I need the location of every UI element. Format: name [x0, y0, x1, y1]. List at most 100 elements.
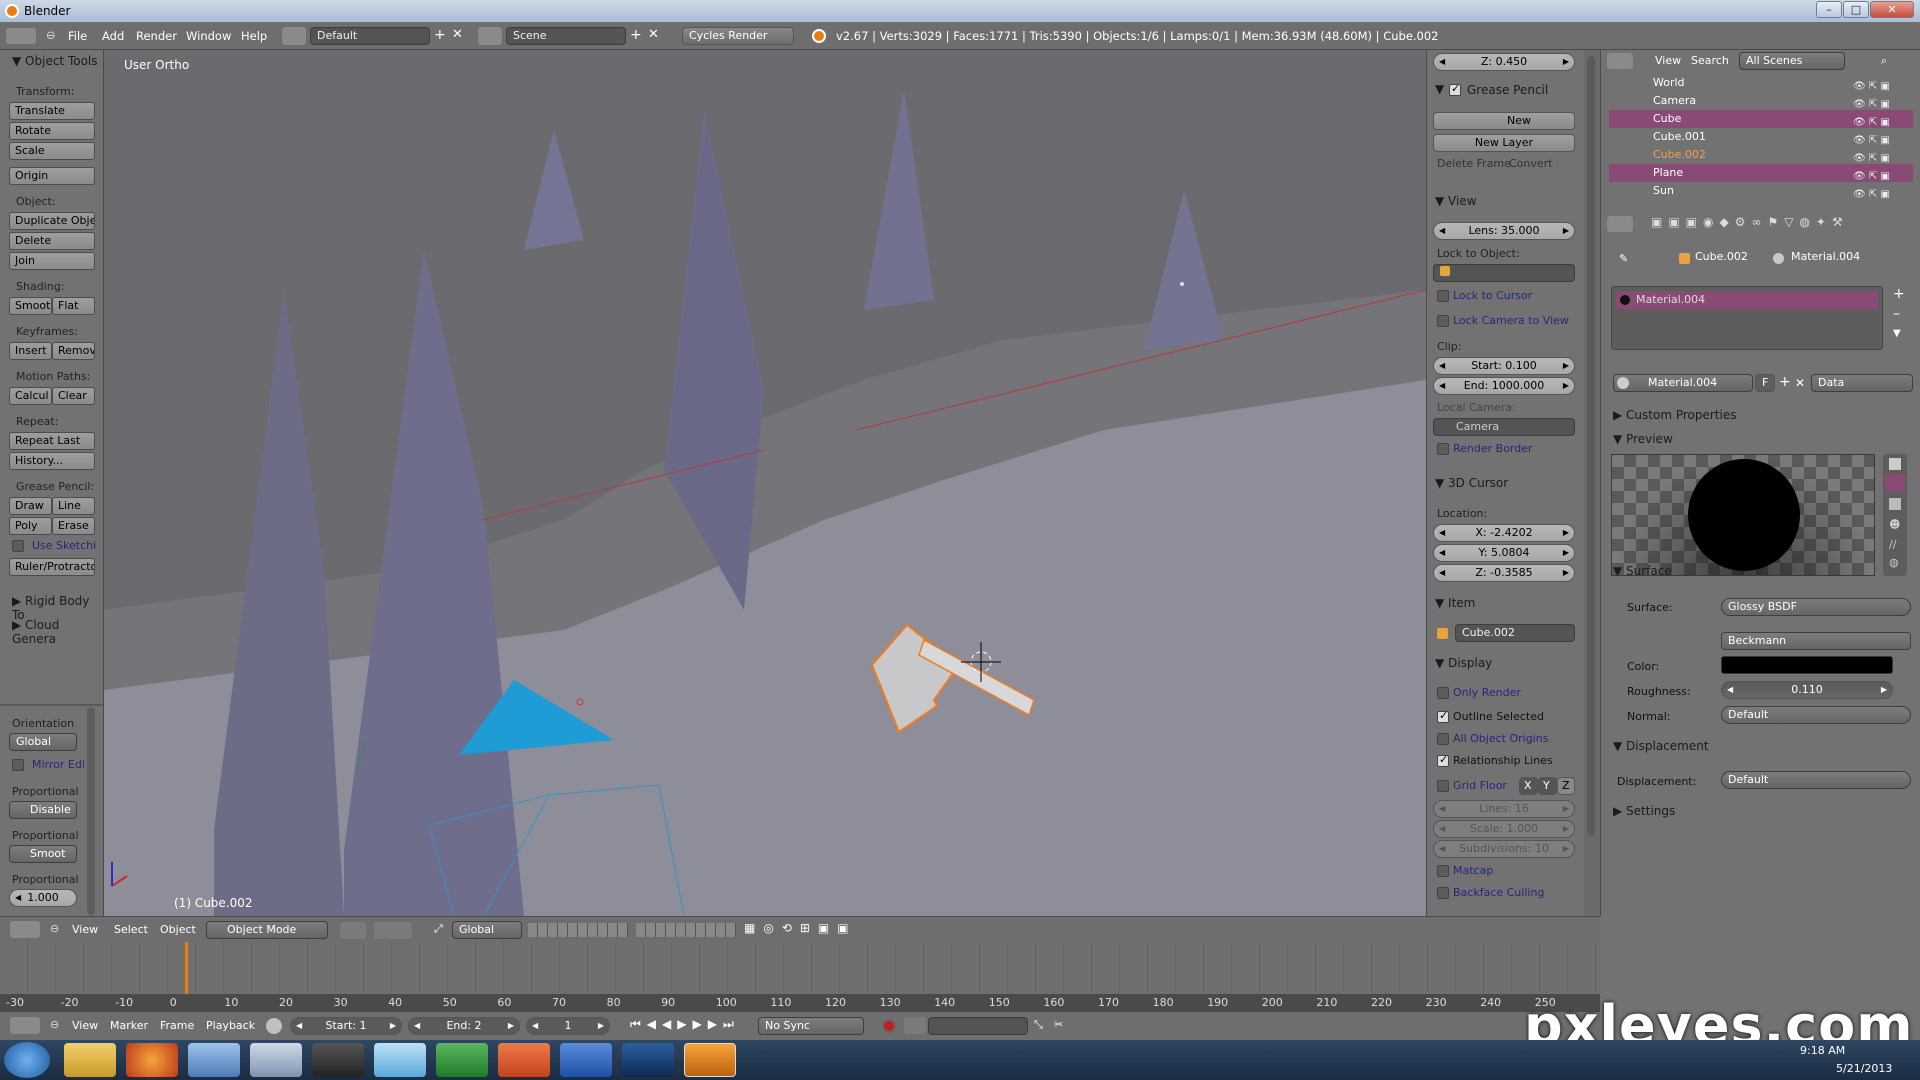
panel-header-object-tools[interactable]: ▼ Object Tools [12, 54, 98, 68]
grid-floor-checkbox[interactable] [1437, 780, 1449, 792]
lock-to-object-field[interactable] [1433, 264, 1575, 282]
delete-frame-button[interactable]: Delete Frame [1437, 157, 1511, 170]
current-frame-cursor[interactable] [185, 942, 188, 996]
scene-field[interactable]: Scene [506, 27, 626, 45]
duplicate-objects-button[interactable]: Duplicate Objec [9, 212, 95, 230]
origin-button[interactable]: Origin [9, 167, 95, 185]
material-slot-item[interactable]: Material.004 [1616, 291, 1878, 309]
flat-shading-button[interactable]: Flat [52, 297, 95, 315]
network-taskbar-icon[interactable] [188, 1043, 240, 1077]
all-object-origins-checkbox[interactable] [1437, 733, 1449, 745]
lock-camera-to-view-checkbox[interactable] [1437, 315, 1449, 327]
panel-header-displacement[interactable]: ▼ Displacement [1613, 739, 1709, 753]
frame-menu[interactable]: Frame [160, 1019, 194, 1032]
keying-set-field[interactable] [928, 1017, 1028, 1035]
color-swatch[interactable] [1721, 656, 1893, 674]
snap-and-render-icons[interactable]: ▦◎⟲⊞▣▣ [744, 921, 857, 935]
screen-layout-field[interactable]: Default [310, 27, 430, 45]
scene-icon[interactable] [478, 27, 502, 45]
insert-keyframe-icon[interactable]: ⤡ [1034, 1018, 1043, 1032]
new-material-icon[interactable]: + [1779, 374, 1791, 390]
transform-orientation-select[interactable]: Global [452, 921, 522, 939]
playback-controls-icons[interactable]: ⏮◀◀▶▶▶⏭ [630, 1017, 740, 1032]
matcap-checkbox[interactable] [1437, 865, 1449, 877]
clip-start-field[interactable]: ◀ Start: 0.100 ▶ [1433, 357, 1575, 375]
breadcrumb-material[interactable]: Material.004 [1791, 250, 1860, 263]
timeline-editor-icon[interactable] [10, 1017, 40, 1034]
calculator-taskbar-icon[interactable] [250, 1043, 302, 1077]
3d-viewport[interactable]: User Ortho (1) Cube.002 [104, 50, 1426, 916]
menu-file[interactable]: File [68, 22, 87, 50]
explorer-taskbar-icon[interactable] [64, 1043, 116, 1077]
excel-taskbar-icon[interactable] [436, 1043, 488, 1077]
proportional-falloff-select[interactable]: Smoot [9, 845, 77, 863]
relationship-lines-checkbox[interactable] [1437, 753, 1449, 767]
outliner-display-select[interactable]: All Scenes [1739, 52, 1845, 70]
translate-button[interactable]: Translate [9, 102, 95, 120]
collapse-menu-icon[interactable]: ⊖ [50, 1018, 59, 1031]
new-layer-button[interactable]: New Layer [1433, 134, 1575, 152]
transform-widget-icon[interactable]: ⤢ [434, 922, 443, 936]
panel-header-settings[interactable]: ▶ Settings [1613, 804, 1675, 818]
new-grease-pencil-button[interactable]: New [1433, 112, 1575, 130]
distribution-select[interactable]: Beckmann [1721, 632, 1911, 650]
preview-range-icon[interactable] [266, 1018, 282, 1034]
marker-menu[interactable]: Marker [110, 1019, 148, 1032]
layer-buttons-2[interactable] [636, 923, 736, 937]
properties-editor-icon[interactable] [1607, 216, 1633, 232]
add-scene-icon[interactable]: + [630, 27, 642, 43]
object-menu[interactable]: Object [160, 923, 196, 936]
preview-sphere-icon[interactable] [1885, 474, 1905, 492]
collapse-menu-icon[interactable]: ⊖ [46, 28, 56, 42]
preview-sky-icon[interactable]: ◍ [1889, 556, 1899, 569]
cursor-y-field[interactable]: ◀ Y: 5.0804 ▶ [1433, 544, 1575, 562]
z-field[interactable]: ◀ Z: 0.450 ▶ [1433, 53, 1575, 71]
timeline[interactable]: -30 -20 -10 0 10 20 30 40 50 60 70 80 90 100 110 120 130… [0, 942, 1600, 1012]
firefox-taskbar-icon[interactable] [126, 1043, 178, 1077]
panel-header-cloud[interactable]: ▶ Cloud Genera [12, 618, 103, 646]
preview-hair-icon[interactable]: // [1889, 538, 1896, 551]
orientation-select[interactable]: Global [9, 733, 77, 751]
delete-button[interactable]: Delete [9, 232, 95, 250]
draw-button[interactable]: Draw [9, 497, 52, 515]
clear-paths-button[interactable]: Clear [52, 387, 95, 405]
remove-slot-icon[interactable]: – [1893, 306, 1900, 322]
outliner-view-menu[interactable]: View [1655, 54, 1681, 67]
outliner-search-icon[interactable]: ⌕ [1881, 54, 1887, 68]
history-button[interactable]: History... [9, 452, 95, 470]
tool-shelf-scrollbar[interactable] [87, 707, 95, 915]
slot-specials-icon[interactable]: ▼ [1893, 328, 1901, 339]
preview-monkey-icon[interactable]: ☻ [1889, 518, 1900, 531]
insert-keyframe-button[interactable]: Insert [9, 342, 52, 360]
mode-select[interactable]: Object Mode [206, 921, 328, 939]
grid-axis-z-toggle[interactable]: Z [1557, 777, 1575, 795]
material-browse-icon[interactable] [1617, 377, 1629, 389]
preview-type-strip[interactable]: ☻ // ◍ [1883, 454, 1907, 576]
start-button[interactable] [4, 1042, 50, 1078]
line-button[interactable]: Line [52, 497, 95, 515]
clip-end-field[interactable]: ◀ End: 1000.000 ▶ [1433, 377, 1575, 395]
outline-selected-checkbox[interactable] [1437, 709, 1449, 723]
lock-to-cursor-checkbox[interactable] [1437, 290, 1449, 302]
fake-user-button[interactable]: F [1755, 374, 1775, 392]
add-layout-icon[interactable]: + [434, 27, 446, 43]
poly-button[interactable]: Poly [9, 517, 52, 535]
unlink-material-icon[interactable]: ✕ [1795, 376, 1805, 390]
panel-header-display[interactable]: ▼ Display [1435, 656, 1492, 670]
outliner-search-menu[interactable]: Search [1691, 54, 1729, 67]
grease-pencil-checkbox[interactable] [1449, 82, 1461, 96]
timeline-ruler[interactable]: -30 -20 -10 0 10 20 30 40 50 60 70 80 90 100 110 120 130… [0, 994, 1600, 1012]
convert-button[interactable]: Convert [1509, 157, 1553, 170]
cursor-x-field[interactable]: ◀ X: -2.4202 ▶ [1433, 524, 1575, 542]
menu-window[interactable]: Window [186, 22, 231, 50]
remove-scene-icon[interactable]: ✕ [648, 27, 659, 42]
grid-scale-field[interactable]: ◀ Scale: 1.000 ▶ [1433, 820, 1575, 838]
roughness-slider[interactable]: ◀ 0.110 ▶ [1721, 681, 1893, 699]
grid-axis-y-toggle[interactable]: Y [1538, 777, 1557, 795]
word-taskbar-icon[interactable] [560, 1043, 612, 1077]
cursor-z-field[interactable]: ◀ Z: -0.3585 ▶ [1433, 564, 1575, 582]
pivot-manipulator-icons[interactable] [374, 922, 412, 939]
render-engine-select[interactable]: Cycles Render [682, 27, 794, 45]
delete-keyframe-icon[interactable]: ✂ [1054, 1018, 1063, 1031]
collapse-menu-icon[interactable]: ⊖ [50, 922, 59, 935]
